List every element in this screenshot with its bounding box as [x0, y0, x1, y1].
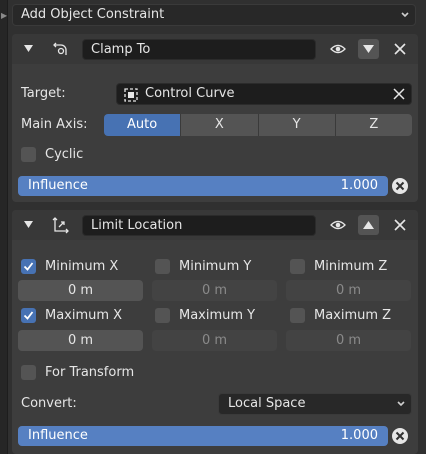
influence-value: 1.000	[340, 428, 378, 443]
maximum-z-label: Maximum Z	[314, 308, 392, 323]
for-transform-checkbox[interactable]	[21, 365, 36, 380]
limit-location-header[interactable]: Limit Location	[12, 210, 418, 240]
checkmark-icon	[23, 262, 34, 271]
clamp-to-name-field[interactable]: Clamp To	[82, 39, 316, 60]
axis-option-z[interactable]: Z	[335, 114, 412, 136]
collapse-triangle-icon[interactable]	[24, 220, 33, 229]
clamp-to-header[interactable]: Clamp To	[12, 34, 418, 64]
region-edge-strip[interactable]: ▶	[0, 0, 8, 454]
main-axis-label: Main Axis:	[21, 117, 88, 132]
disable-keep-temp-icon[interactable]	[391, 177, 409, 195]
move-up-button[interactable]	[358, 215, 379, 235]
axis-option-x[interactable]: X	[181, 114, 259, 136]
target-label: Target:	[21, 86, 66, 101]
maximum-x-field[interactable]: 0 m	[18, 330, 143, 351]
minimum-y-label: Minimum Y	[179, 259, 252, 274]
clear-target-icon[interactable]	[393, 88, 405, 100]
close-icon[interactable]	[393, 42, 407, 56]
limit-location-name-field[interactable]: Limit Location	[82, 215, 316, 236]
convert-value: Local Space	[228, 396, 306, 411]
minimum-z-checkbox[interactable]	[290, 259, 305, 274]
chevron-down-icon	[401, 12, 409, 18]
maximum-x-label: Maximum X	[45, 308, 123, 323]
triangle-down-icon	[363, 45, 374, 53]
axis-option-auto[interactable]: Auto	[104, 114, 182, 136]
maximum-x-checkbox[interactable]	[21, 308, 36, 323]
influence-label: Influence	[28, 178, 88, 193]
for-transform-label: For Transform	[45, 365, 135, 380]
influence-label: Influence	[28, 428, 88, 443]
target-value: Control Curve	[145, 86, 235, 101]
triangle-up-icon	[363, 221, 374, 229]
limit-location-panel: Limit Location Minimum X Minimum Y Minim…	[12, 210, 418, 454]
maximum-y-checkbox[interactable]	[155, 308, 170, 323]
chevron-down-icon	[397, 401, 405, 407]
minimum-z-field[interactable]: 0 m	[286, 280, 411, 301]
minimum-x-field[interactable]: 0 m	[18, 280, 143, 301]
clamp-to-panel: Clamp To Target: Control Curve Main Axis…	[12, 34, 418, 202]
minimum-y-checkbox[interactable]	[155, 259, 170, 274]
minimum-z-label: Minimum Z	[314, 259, 388, 274]
disable-keep-temp-icon[interactable]	[391, 427, 409, 445]
maximum-y-field[interactable]: 0 m	[152, 330, 277, 351]
checkmark-icon	[23, 311, 34, 320]
maximum-z-field[interactable]: 0 m	[286, 330, 411, 351]
clamp-influence-slider[interactable]: Influence 1.000	[18, 176, 388, 196]
minimum-x-label: Minimum X	[45, 259, 119, 274]
minimum-y-field[interactable]: 0 m	[152, 280, 277, 301]
expand-region-icon[interactable]: ▶	[1, 11, 7, 20]
close-icon[interactable]	[393, 218, 407, 232]
cyclic-checkbox[interactable]	[21, 147, 36, 162]
move-down-button[interactable]	[358, 39, 379, 59]
eye-icon[interactable]	[330, 218, 346, 232]
cyclic-label: Cyclic	[45, 147, 84, 162]
add-object-constraint-label: Add Object Constraint	[21, 7, 165, 22]
limit-location-constraint-icon	[52, 217, 69, 234]
add-object-constraint-dropdown[interactable]: Add Object Constraint	[12, 4, 416, 26]
limit-influence-slider[interactable]: Influence 1.000	[18, 426, 388, 446]
axis-option-y[interactable]: Y	[258, 114, 336, 136]
influence-value: 1.000	[340, 178, 378, 193]
maximum-y-label: Maximum Y	[179, 308, 256, 323]
main-axis-selector: Auto X Y Z	[104, 114, 412, 136]
maximum-z-checkbox[interactable]	[290, 308, 305, 323]
target-field[interactable]: Control Curve	[116, 83, 412, 105]
curve-object-icon	[124, 88, 138, 102]
collapse-triangle-icon[interactable]	[24, 44, 33, 53]
eye-icon[interactable]	[330, 42, 346, 56]
clamp-to-constraint-icon	[53, 42, 67, 55]
convert-space-dropdown[interactable]: Local Space	[218, 393, 412, 415]
convert-label: Convert:	[21, 396, 77, 411]
minimum-x-checkbox[interactable]	[21, 259, 36, 274]
